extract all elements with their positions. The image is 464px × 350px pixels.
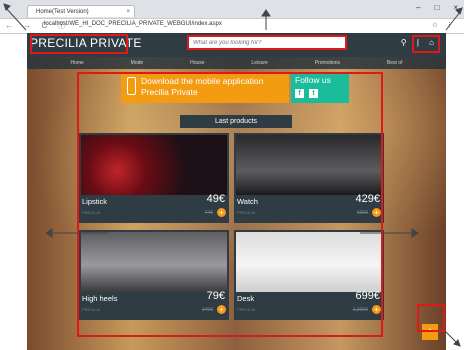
main-menu: Home Mode House Leisure Promotions Best … xyxy=(27,57,446,69)
annotation-logo-box xyxy=(30,34,128,54)
annotation-search-box xyxy=(187,35,347,50)
menu-item-promotions[interactable]: Promotions xyxy=(315,60,340,66)
bookmark-star-icon[interactable]: ☆ ⋮ xyxy=(432,21,456,29)
menu-item-mode[interactable]: Mode xyxy=(131,60,144,66)
maximize-button[interactable]: □ xyxy=(434,3,439,12)
browser-chrome: Home(Test Version) × – □ × ← → C ⓘ local… xyxy=(0,0,464,34)
arrow-bottom-right xyxy=(445,331,459,345)
menu-item-best-of[interactable]: Best of xyxy=(387,60,403,66)
tab-title: Home(Test Version) xyxy=(36,9,89,15)
window-controls: – □ × xyxy=(416,3,458,12)
annotation-scroll-top-box xyxy=(417,304,445,332)
url-text[interactable]: localhost/WE_HI_DOC_PRECILIA_PRIVATE_WEB… xyxy=(44,21,222,27)
arrowhead-bottom-right xyxy=(453,339,461,347)
menu-item-home[interactable]: Home xyxy=(70,60,83,66)
close-window-button[interactable]: × xyxy=(453,3,458,12)
annotation-content-box xyxy=(77,72,383,337)
menu-item-house[interactable]: House xyxy=(190,60,204,66)
browser-tab[interactable]: Home(Test Version) × xyxy=(27,5,135,17)
annotation-icons-box xyxy=(412,35,440,53)
address-bar[interactable]: ← → C ⓘ localhost/WE_HI_DOC_PRECILIA_PRI… xyxy=(0,18,464,34)
tab-close-icon[interactable]: × xyxy=(126,6,130,17)
menu-item-leisure[interactable]: Leisure xyxy=(251,60,267,66)
minimize-button[interactable]: – xyxy=(416,3,420,12)
